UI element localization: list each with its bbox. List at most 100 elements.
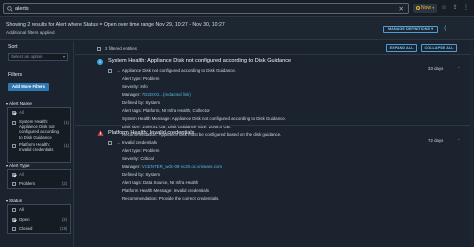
checkbox-all[interactable] xyxy=(12,173,16,177)
checkbox-system-health[interactable] xyxy=(12,121,16,125)
detail-value: System xyxy=(145,100,161,105)
filter-sidebar: Sort Select an option ▾ Filters Add More… xyxy=(0,41,74,247)
filter-group-alert-type[interactable]: ▾Alert Type xyxy=(6,163,30,168)
close-icon[interactable]: ✕ xyxy=(399,5,404,13)
filter-option-count: (1) xyxy=(64,120,70,125)
alert-row-checkbox[interactable] xyxy=(108,141,112,145)
filter-option-label: Open xyxy=(19,216,30,222)
detail-value: Data Source, NI Infra Health xyxy=(143,180,199,185)
alert-list: 2 filtered entities EXPAND ALL COLLAPSE … xyxy=(75,41,474,247)
manager-link[interactable]: 7D2DXG...(redacted link) xyxy=(142,92,191,97)
detail-value: Platform, NI Infra Health, Collector xyxy=(143,108,210,113)
add-more-filters-button[interactable]: Add More Filters xyxy=(8,83,49,91)
alert-description: ⌄ Appliance Disk not configured according… xyxy=(117,68,236,73)
detail-key: Platform Health Message: xyxy=(122,188,173,193)
alert-detail-line: Manager: VCENTER_wdc-08-vc20.oc.vmware.c… xyxy=(122,164,222,169)
detail-value: Problem xyxy=(143,148,160,153)
detail-key: Manager: xyxy=(122,92,141,97)
checkbox-open[interactable] xyxy=(12,217,16,222)
detail-key: Alert tags: xyxy=(122,108,142,113)
detail-key: Manager: xyxy=(122,164,141,169)
clock-icon xyxy=(416,5,420,10)
select-all-checkbox[interactable] xyxy=(97,47,101,51)
filter-box-alert-name: All System Health: Appliance Disk not co… xyxy=(7,107,71,163)
search-input[interactable]: alerts xyxy=(15,6,29,12)
filtered-entities-count: 2 filtered entities xyxy=(105,46,137,51)
filter-group-status[interactable]: ▾Status xyxy=(6,198,22,203)
caret-down-icon: ▾ xyxy=(6,163,9,168)
collapse-icon[interactable]: ⌃ xyxy=(457,66,460,71)
collapse-all-button[interactable]: COLLAPSE ALL xyxy=(421,44,457,52)
checkbox-all[interactable] xyxy=(12,111,16,115)
filter-option-label: All xyxy=(19,110,24,115)
detail-value: Appliance Disk not configured according … xyxy=(171,116,287,121)
filter-option-count: (19) xyxy=(60,226,68,231)
alert-detail-line: Manager: 7D2DXG...(redacted link) xyxy=(122,92,191,97)
caret-down-icon: ▾ xyxy=(6,198,9,203)
sort-title: Sort xyxy=(8,44,18,50)
warning-icon xyxy=(97,130,104,136)
alert-detail-line: Severity: Info xyxy=(122,84,148,89)
checkbox-closed[interactable] xyxy=(12,227,16,231)
expand-all-button[interactable]: EXPAND ALL xyxy=(386,44,417,52)
alert-detail-line: Alert type: Problem xyxy=(122,148,159,153)
alert-title[interactable]: Platform Health: Invalid credentials xyxy=(108,130,194,136)
checkbox-all[interactable] xyxy=(12,208,16,212)
filter-group-title: Alert Type xyxy=(9,163,30,168)
alert-detail-line: Severity: Critical xyxy=(122,156,154,161)
detail-value: Invalid credentials xyxy=(173,188,209,193)
checkbox-problem[interactable] xyxy=(12,182,16,186)
more-icon[interactable]: ⋮ xyxy=(462,4,470,13)
detail-key: Alert tags: xyxy=(122,180,142,185)
sort-select[interactable]: Select an option ▾ xyxy=(8,53,68,61)
sort-select-value: Select an option xyxy=(11,54,43,59)
detail-key: System Health Message: xyxy=(122,116,171,121)
star-icon[interactable]: ☆ xyxy=(440,4,448,13)
manage-definitions-button[interactable]: MANAGE DEFINITIONS ▾ xyxy=(383,26,438,33)
alert-row[interactable]: Platform Health: Invalid credentials 72 … xyxy=(75,125,474,247)
chevron-down-icon: ⌄ xyxy=(117,140,121,145)
alert-detail-line: Defined by: System xyxy=(122,172,160,177)
time-picker[interactable]: Now ▾ xyxy=(413,4,437,13)
chevron-down-icon: ⌄ xyxy=(117,68,121,73)
alert-detail-line: Platform Health Message: Invalid credent… xyxy=(122,188,209,193)
collapse-icon[interactable]: ⌃ xyxy=(457,138,460,143)
filter-group-alert-name[interactable]: ▾Alert Name xyxy=(6,101,32,106)
results-summary-bar: Showing 2 results for Alert where Status… xyxy=(0,18,474,40)
filters-title: Filters xyxy=(8,72,23,78)
filter-option-label: System Health: Appliance Disk not config… xyxy=(19,119,59,140)
filter-group-title: Status xyxy=(9,198,23,203)
alert-row-checkbox[interactable] xyxy=(108,69,112,73)
detail-key: Severity: xyxy=(122,156,140,161)
detail-value: Critical xyxy=(140,156,154,161)
share-icon[interactable]: ⇪ xyxy=(451,4,459,13)
checkbox-platform-health[interactable] xyxy=(12,144,16,148)
alert-description-text: Invalid credentials xyxy=(121,140,158,145)
scrollbar[interactable] xyxy=(470,42,473,246)
alert-detail-line: System Health Message: Appliance Disk no… xyxy=(122,116,286,121)
filter-option-label: Platform Health: Invalid credentials xyxy=(19,142,54,153)
detail-key: Defined by: xyxy=(122,172,145,177)
filter-option-count: (2) xyxy=(62,181,68,186)
top-bar: alerts ✕ Now ▾ ☆ ⇪ ⋮ xyxy=(0,0,474,17)
detail-key: Defined by: xyxy=(122,100,145,105)
filter-option-label: Problem xyxy=(19,181,36,186)
alert-age: 33 days xyxy=(428,66,444,71)
chevron-down-icon: ▾ xyxy=(431,27,433,31)
additional-filters-text: Additional filters applied xyxy=(6,30,55,35)
detail-value: Provide the correct credentials. xyxy=(158,196,220,201)
detail-value: Problem xyxy=(143,76,160,81)
manager-link[interactable]: VCENTER_wdc-08-vc20.oc.vmware.com xyxy=(142,164,222,169)
filter-option-count: (2) xyxy=(62,216,68,222)
time-picker-label: Now xyxy=(421,5,432,11)
caret-down-icon: ▾ xyxy=(6,101,9,106)
alert-detail-line: Recommendation: Provide the correct cred… xyxy=(122,196,219,201)
collapse-panel-icon[interactable]: ⟨ xyxy=(444,26,446,33)
alert-title[interactable]: System Health: Appliance Disk not config… xyxy=(108,58,291,64)
filter-box-status: All Open (2) Closed (19) xyxy=(7,204,71,234)
search-bar[interactable]: alerts ✕ xyxy=(3,3,409,14)
detail-value: Info xyxy=(140,84,148,89)
filter-group-title: Alert Name xyxy=(9,101,32,106)
detail-key: Recommendation: xyxy=(122,196,158,201)
manage-definitions-label: MANAGE DEFINITIONS xyxy=(388,27,430,31)
